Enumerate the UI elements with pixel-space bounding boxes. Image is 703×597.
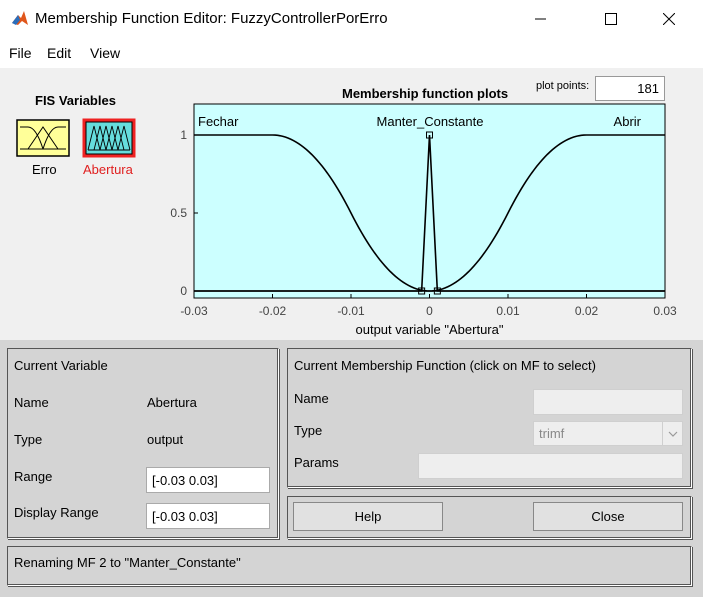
help-button[interactable]: Help <box>293 502 443 531</box>
mf-name-label: Name <box>294 391 329 406</box>
mf-label-manter_constante: Manter_Constante <box>377 114 484 129</box>
y-tick-label: 0 <box>180 284 187 298</box>
x-tick-label: -0.01 <box>337 304 365 318</box>
x-tick-label: 0.01 <box>496 304 520 318</box>
current-mf-title: Current Membership Function (click on MF… <box>294 358 596 373</box>
mf-type-select[interactable]: trimf <box>533 421 683 446</box>
x-tick-label: 0.03 <box>653 304 677 318</box>
cv-type-label: Type <box>14 432 43 447</box>
status-text: Renaming MF 2 to "Manter_Constante" <box>14 555 241 570</box>
cv-type-value: output <box>147 432 184 447</box>
plot-area <box>193 103 666 299</box>
current-variable-title: Current Variable <box>14 358 108 373</box>
mf-type-value: trimf <box>539 426 565 441</box>
x-tick-label: 0 <box>426 304 433 318</box>
x-tick-label: -0.03 <box>180 304 208 318</box>
x-tick-label: -0.02 <box>259 304 287 318</box>
mf-label-abrir: Abrir <box>614 114 642 129</box>
range-input[interactable] <box>146 467 270 493</box>
mf-type-label: Type <box>294 423 323 438</box>
mf-name-input[interactable] <box>533 389 683 415</box>
membership-function-plot[interactable]: -0.03 -0.02 -0.01 0 0.01 0.02 0.03 0 0.5 1 Fechar M… <box>0 0 703 345</box>
y-tick-label: 0.5 <box>170 206 187 220</box>
y-tick-label: 1 <box>180 128 187 142</box>
cv-name-label: Name <box>14 395 49 410</box>
display-range-input[interactable] <box>146 503 270 529</box>
mf-label-fechar: Fechar <box>198 114 239 129</box>
cv-range-label: Range <box>14 469 53 484</box>
close-button[interactable]: Close <box>533 502 683 531</box>
cv-display-range-label: Display Range <box>14 505 99 520</box>
chevron-down-icon <box>662 422 682 445</box>
x-tick-label: 0.02 <box>575 304 599 318</box>
mf-params-input[interactable] <box>418 453 683 479</box>
x-axis-label: output variable "Abertura" <box>356 322 504 337</box>
cv-name-value: Abertura <box>147 395 197 410</box>
mf-params-label: Params <box>294 455 339 470</box>
